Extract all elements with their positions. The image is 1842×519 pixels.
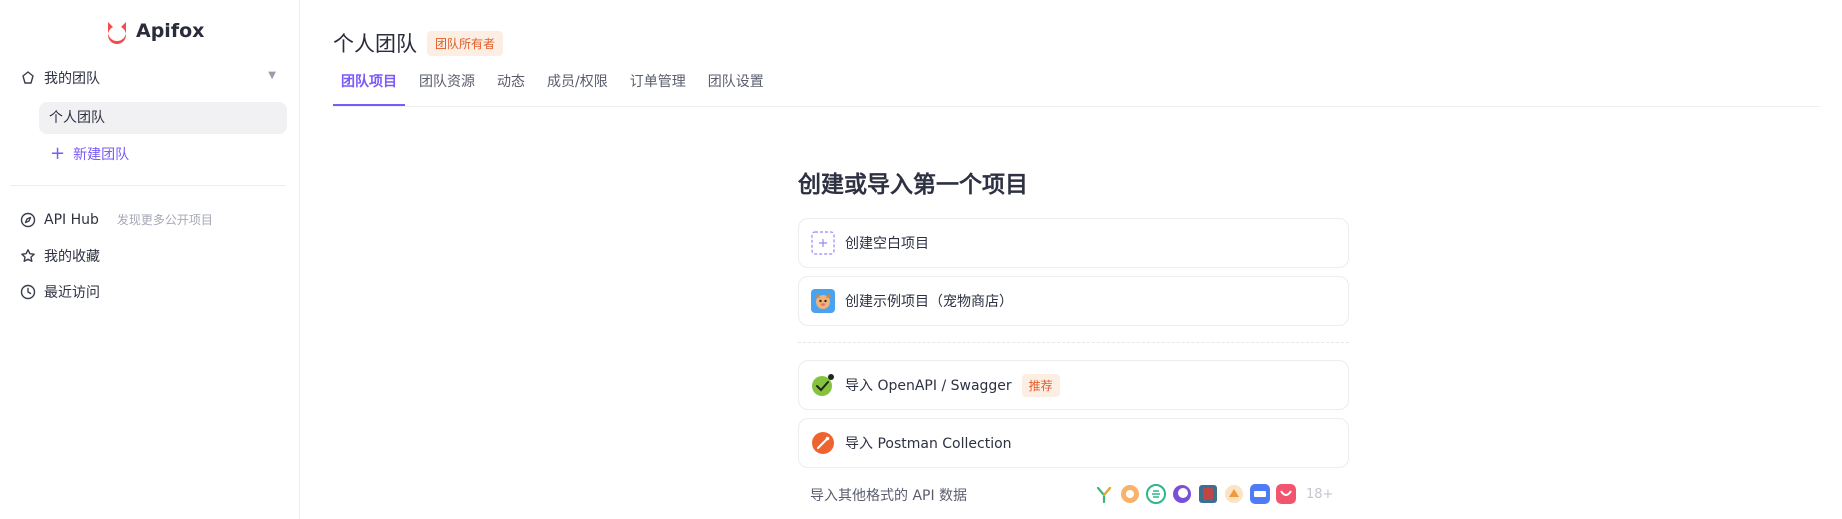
tab-team-projects[interactable]: 团队项目 bbox=[333, 72, 405, 106]
create-sample-label: 创建示例项目（宠物商店） bbox=[845, 294, 1013, 310]
sidebar-my-teams-label: 我的团队 bbox=[44, 71, 100, 87]
sidebar: Apifox 我的团队 ▼ 个人团队 + 新建团队 API Hub 发现更多公开… bbox=[0, 0, 300, 519]
team-tabs: 团队项目 团队资源 动态 成员/权限 订单管理 团队设置 bbox=[333, 72, 778, 106]
pet-store-icon bbox=[811, 289, 835, 313]
api-hub-label: API Hub bbox=[44, 211, 99, 228]
blank-project-icon bbox=[811, 231, 835, 255]
plus-icon: + bbox=[50, 143, 66, 164]
sidebar-divider bbox=[10, 185, 286, 186]
swagger-icon bbox=[812, 374, 834, 396]
team-icon bbox=[22, 71, 34, 84]
app-name: Apifox bbox=[136, 20, 205, 42]
sidebar-item-recent[interactable]: 最近访问 bbox=[20, 282, 100, 302]
har-icon bbox=[1250, 484, 1270, 504]
tabs-divider bbox=[333, 106, 1820, 107]
star-icon bbox=[21, 249, 35, 262]
import-openapi-button[interactable]: 导入 OpenAPI / Swagger 推荐 bbox=[798, 360, 1349, 410]
tab-team-settings[interactable]: 团队设置 bbox=[700, 72, 772, 106]
recent-label: 最近访问 bbox=[44, 285, 100, 301]
page-title: 个人团队 bbox=[333, 32, 417, 56]
tab-team-resources[interactable]: 团队资源 bbox=[411, 72, 483, 106]
api-hub-hint: 发现更多公开项目 bbox=[116, 213, 213, 227]
apifox-logo[interactable]: Apifox bbox=[104, 18, 204, 44]
recommended-badge: 推荐 bbox=[1021, 373, 1060, 397]
import-other-formats[interactable]: 导入其他格式的 API 数据 bbox=[810, 485, 967, 505]
section-divider bbox=[798, 342, 1349, 343]
tab-orders[interactable]: 订单管理 bbox=[622, 72, 694, 106]
new-team-label: 新建团队 bbox=[73, 147, 130, 163]
sidebar-item-personal-team[interactable]: 个人团队 bbox=[39, 102, 287, 134]
apipost-icon bbox=[1276, 484, 1296, 504]
eolink-icon bbox=[1146, 484, 1166, 504]
format-icons[interactable]: 18+ bbox=[1094, 484, 1333, 504]
owner-badge: 团队所有者 bbox=[427, 30, 504, 56]
team-header: 个人团队 团队所有者 bbox=[333, 28, 504, 58]
postman-icon bbox=[812, 432, 834, 454]
showdoc-icon bbox=[1225, 485, 1243, 503]
compass-icon bbox=[20, 212, 36, 227]
import-postman-label: 导入 Postman Collection bbox=[845, 436, 1012, 452]
empty-state-heading: 创建或导入第一个项目 bbox=[798, 172, 1028, 198]
sidebar-item-api-hub[interactable]: API Hub 发现更多公开项目 bbox=[20, 211, 213, 228]
yapi-icon bbox=[1096, 486, 1112, 504]
apifox-logo-icon bbox=[108, 22, 126, 44]
sidebar-my-teams[interactable]: 我的团队 ▼ bbox=[20, 68, 276, 88]
jmeter-icon bbox=[1199, 485, 1217, 503]
chevron-down-icon[interactable]: ▼ bbox=[268, 70, 276, 81]
create-blank-project-button[interactable]: 创建空白项目 bbox=[798, 218, 1349, 268]
favorites-label: 我的收藏 bbox=[44, 249, 100, 265]
tab-members[interactable]: 成员/权限 bbox=[539, 72, 616, 106]
create-blank-label: 创建空白项目 bbox=[845, 236, 929, 252]
import-postman-button[interactable]: 导入 Postman Collection bbox=[798, 418, 1349, 468]
import-openapi-label: 导入 OpenAPI / Swagger bbox=[845, 378, 1012, 394]
clock-icon bbox=[20, 284, 36, 300]
create-sample-project-button[interactable]: 创建示例项目（宠物商店） bbox=[798, 276, 1349, 326]
more-formats-count: 18+ bbox=[1306, 486, 1334, 502]
sidebar-item-favorites[interactable]: 我的收藏 bbox=[20, 246, 100, 266]
new-team-button[interactable]: + 新建团队 bbox=[50, 144, 129, 164]
rap-icon bbox=[1121, 485, 1139, 503]
insomnia-icon bbox=[1173, 485, 1191, 503]
tab-activity[interactable]: 动态 bbox=[489, 72, 533, 106]
